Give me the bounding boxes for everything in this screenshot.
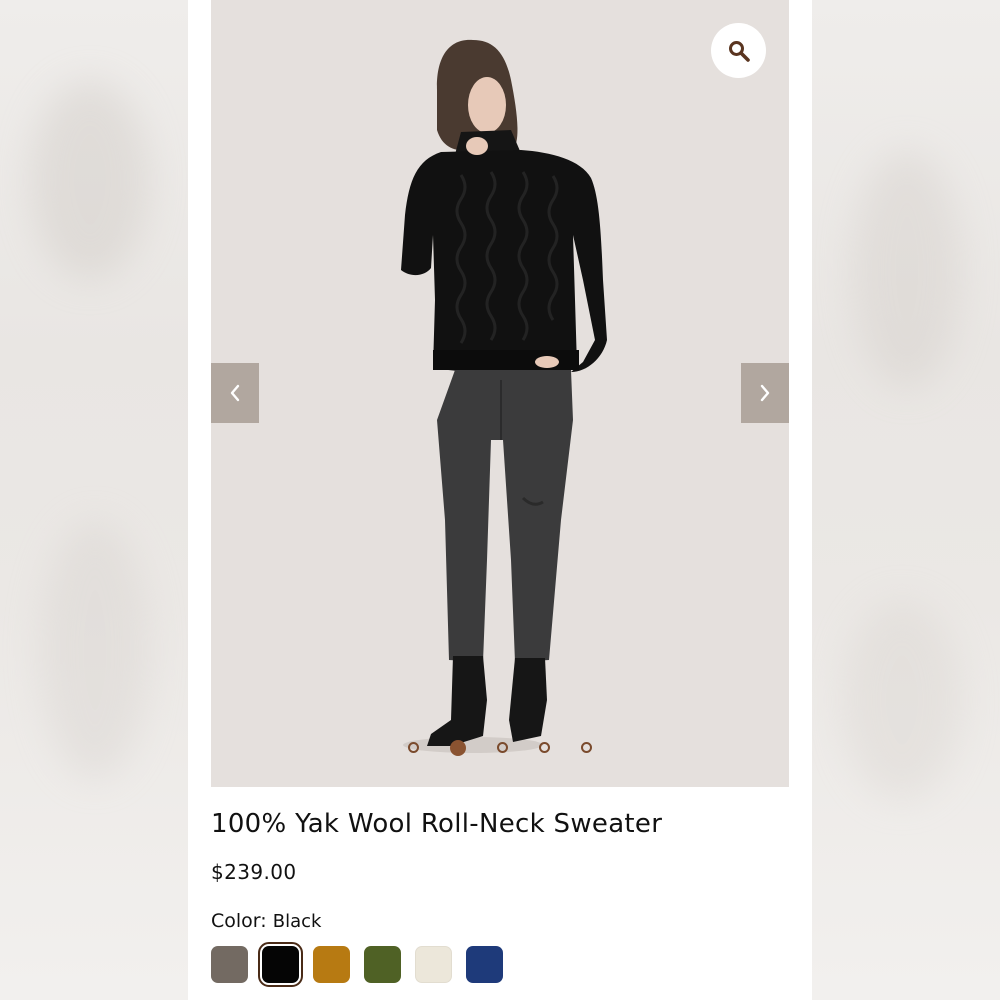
chevron-right-icon [760,384,770,402]
color-label: Color: [211,910,267,932]
chevron-left-icon [230,384,240,402]
gallery-dot[interactable] [539,742,550,753]
magnifier-icon [728,40,750,62]
color-swatch-olive[interactable] [364,946,401,983]
gallery-dot[interactable] [581,742,592,753]
color-swatches [211,942,503,987]
selected-color-value: Black [272,911,322,932]
color-swatch-cream[interactable] [415,946,452,983]
product-price: $239.00 [211,860,297,884]
product-photo [401,39,607,753]
color-selection-label: Color: Black [211,910,321,932]
color-swatch-navy[interactable] [466,946,503,983]
product-image-gallery[interactable] [211,0,789,787]
previous-image-button[interactable] [211,363,259,423]
zoom-button[interactable] [711,23,766,78]
background-left [0,0,188,1000]
product-card: 100% Yak Wool Roll-Neck Sweater $239.00 … [188,0,812,1000]
color-swatch-taupe[interactable] [211,946,248,983]
next-image-button[interactable] [741,363,789,423]
gallery-dot[interactable] [408,742,419,753]
gallery-dot[interactable] [450,740,466,756]
product-title: 100% Yak Wool Roll-Neck Sweater [211,809,663,839]
color-swatch-camel[interactable] [313,946,350,983]
gallery-pagination [211,740,789,756]
background-right [812,0,1000,1000]
gallery-dot[interactable] [497,742,508,753]
color-swatch-black[interactable] [258,942,303,987]
